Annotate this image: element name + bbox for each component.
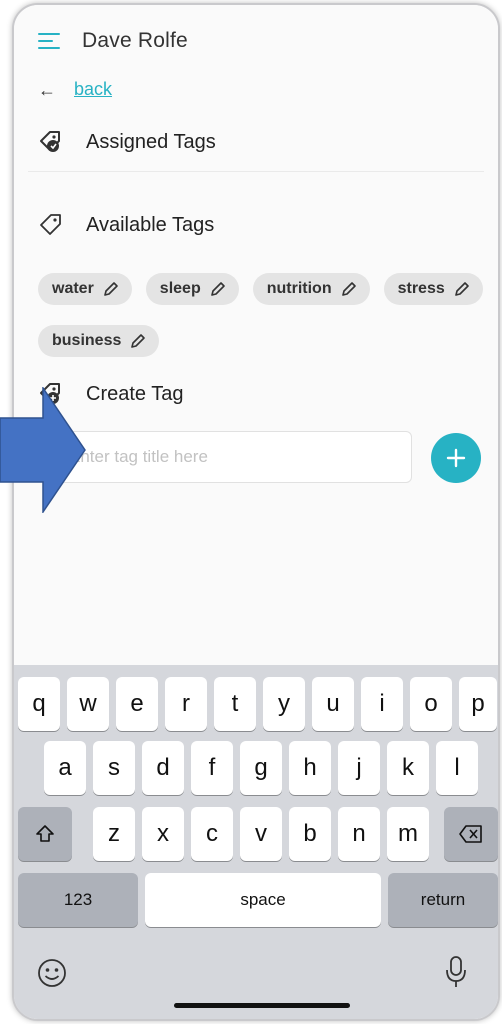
- keyboard-row-2: a s d f g h j k l: [14, 741, 498, 795]
- key-u[interactable]: u: [312, 677, 354, 731]
- key-d[interactable]: d: [142, 741, 184, 795]
- key-j[interactable]: j: [338, 741, 380, 795]
- key-g[interactable]: g: [240, 741, 282, 795]
- available-tags-label: Available Tags: [86, 213, 215, 236]
- available-tags-header: Available Tags: [38, 212, 214, 238]
- key-v[interactable]: v: [240, 807, 282, 861]
- tag-label: sleep: [159, 280, 201, 297]
- tag-label: nutrition: [266, 280, 332, 297]
- tag-chip[interactable]: nutrition: [252, 273, 370, 305]
- key-s[interactable]: s: [93, 741, 135, 795]
- tag-chip[interactable]: stress: [383, 273, 483, 305]
- key-y[interactable]: y: [263, 677, 305, 731]
- tag-title-input[interactable]: [54, 431, 412, 483]
- tag-manager-screen: Dave Rolfe ← back Assigned Tags Availabl…: [14, 5, 498, 665]
- page-title: Dave Rolfe: [82, 29, 188, 52]
- annotation-arrow-right-icon: [0, 387, 86, 513]
- tag-chip[interactable]: water: [38, 273, 132, 305]
- pencil-icon[interactable]: [340, 280, 358, 298]
- key-o[interactable]: o: [410, 677, 452, 731]
- return-key[interactable]: return: [388, 873, 498, 927]
- backspace-icon: [459, 825, 482, 843]
- back-nav[interactable]: ← back: [38, 79, 112, 100]
- section-divider: [28, 171, 484, 172]
- app-header: Dave Rolfe: [38, 25, 188, 57]
- tag-outline-icon: [40, 214, 61, 235]
- hamburger-menu-icon[interactable]: [38, 32, 60, 50]
- tag-label: business: [52, 332, 122, 349]
- back-link[interactable]: back: [74, 79, 112, 100]
- key-k[interactable]: k: [387, 741, 429, 795]
- key-r[interactable]: r: [165, 677, 207, 731]
- key-m[interactable]: m: [387, 807, 429, 861]
- key-n[interactable]: n: [338, 807, 380, 861]
- tag-chip[interactable]: business: [38, 325, 160, 357]
- emoji-icon[interactable]: [36, 957, 68, 989]
- home-indicator: [174, 1003, 350, 1008]
- numbers-key[interactable]: 123: [18, 873, 138, 927]
- tag-label: stress: [397, 280, 445, 297]
- key-e[interactable]: e: [116, 677, 158, 731]
- key-w[interactable]: w: [67, 677, 109, 731]
- tag-assigned-icon: [40, 131, 60, 152]
- tag-chip[interactable]: sleep: [145, 273, 239, 305]
- space-key[interactable]: space: [145, 873, 381, 927]
- key-l[interactable]: l: [436, 741, 478, 795]
- shift-arrow-icon: [36, 825, 54, 842]
- arrow-left-icon[interactable]: ←: [38, 81, 56, 99]
- pencil-icon[interactable]: [453, 280, 471, 298]
- keyboard-row-1: q w e r t y u i o p: [14, 677, 498, 731]
- key-f[interactable]: f: [191, 741, 233, 795]
- key-b[interactable]: b: [289, 807, 331, 861]
- key-x[interactable]: x: [142, 807, 184, 861]
- tag-label: water: [52, 280, 94, 297]
- pencil-icon[interactable]: [129, 332, 147, 350]
- assigned-tags-label: Assigned Tags: [86, 130, 216, 153]
- keyboard-bottom-row: [14, 949, 498, 1003]
- keyboard-row-3: z x c v b n m: [14, 807, 498, 861]
- create-tag-label: Create Tag: [86, 382, 184, 405]
- on-screen-keyboard: q w e r t y u i o p a s d f g h j k l z: [14, 665, 498, 1019]
- assigned-tags-header: Assigned Tags: [38, 129, 216, 155]
- add-tag-button[interactable]: [431, 433, 481, 483]
- key-a[interactable]: a: [44, 741, 86, 795]
- pencil-icon[interactable]: [102, 280, 120, 298]
- pencil-icon[interactable]: [209, 280, 227, 298]
- available-tags-list: water sleep nutrition stress business: [38, 273, 488, 377]
- delete-key[interactable]: [444, 807, 498, 861]
- plus-icon: [446, 448, 466, 468]
- key-q[interactable]: q: [18, 677, 60, 731]
- key-p[interactable]: p: [459, 677, 497, 731]
- key-z[interactable]: z: [93, 807, 135, 861]
- keyboard-row-4: 123 space return: [14, 873, 498, 927]
- microphone-icon[interactable]: [444, 955, 468, 989]
- key-t[interactable]: t: [214, 677, 256, 731]
- key-h[interactable]: h: [289, 741, 331, 795]
- key-c[interactable]: c: [191, 807, 233, 861]
- shift-key[interactable]: [18, 807, 72, 861]
- key-i[interactable]: i: [361, 677, 403, 731]
